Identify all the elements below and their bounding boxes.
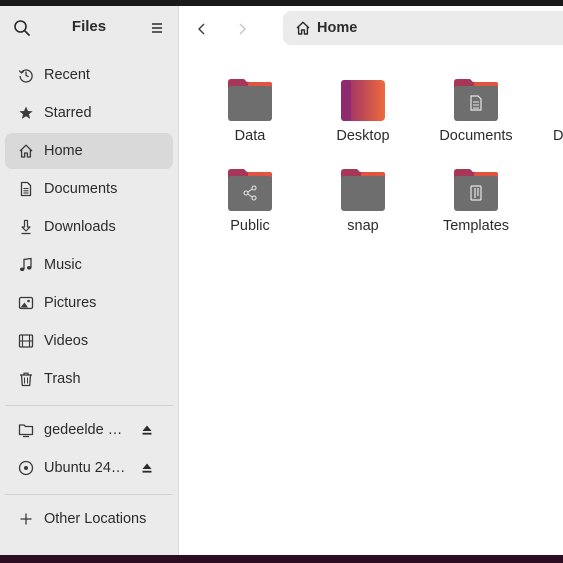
path-current: Home: [317, 20, 358, 36]
picture-icon: [17, 294, 35, 312]
disc-icon: [17, 459, 35, 477]
sidebar-item-starred[interactable]: Starred: [5, 95, 173, 131]
recent-icon: [17, 66, 35, 84]
home-icon: [17, 142, 35, 160]
file-item-documents[interactable]: Documents: [426, 78, 526, 144]
sidebar-item-recent[interactable]: Recent: [5, 57, 173, 93]
home-icon: [295, 20, 311, 36]
main-menu-button[interactable]: [148, 19, 166, 37]
folder-icon: [226, 78, 274, 122]
download-icon: [17, 218, 35, 236]
music-icon: [17, 256, 35, 274]
file-name: Templates: [442, 218, 510, 234]
file-item-desktop[interactable]: Desktop: [313, 78, 413, 144]
file-item-snap[interactable]: snap: [313, 168, 413, 234]
file-item-public[interactable]: Public: [200, 168, 300, 234]
eject-icon[interactable]: [141, 424, 153, 436]
star-icon: [17, 104, 35, 122]
sidebar-item-label: Music: [44, 257, 82, 273]
shared-folder-icon: [17, 421, 35, 439]
sidebar-item-shared-folder[interactable]: gedeelde …: [5, 412, 173, 448]
sidebar-item-label: Downloads: [44, 219, 116, 235]
sidebar-item-label: Starred: [44, 105, 92, 121]
search-icon: [14, 20, 30, 36]
sidebar-separator: [5, 494, 173, 495]
sidebar-header: Files: [0, 6, 178, 50]
sidebar-item-label: Other Locations: [44, 511, 147, 527]
eject-icon[interactable]: [141, 462, 153, 474]
file-name: Documents: [439, 128, 513, 144]
sidebar-item-label: Trash: [44, 371, 81, 387]
sidebar-item-music[interactable]: Music: [5, 247, 173, 283]
sidebar-item-label: Ubuntu 24…: [44, 460, 126, 476]
chevron-right-icon: [239, 23, 246, 35]
search-button[interactable]: [12, 18, 32, 38]
main-content: Home Data Desktop Documents D Public sna…: [179, 6, 563, 555]
public-folder-icon: [226, 168, 274, 212]
sidebar-item-label: Home: [44, 143, 83, 159]
sidebar-item-label: gedeelde …: [44, 422, 123, 438]
file-name: D: [553, 128, 563, 144]
file-name: Public: [230, 218, 270, 234]
location-bar[interactable]: Home: [283, 11, 563, 45]
sidebar-item-ubuntu-disc[interactable]: Ubuntu 24…: [5, 450, 173, 486]
sidebar-separator: [5, 405, 173, 406]
hamburger-menu-icon: [152, 23, 162, 33]
plus-icon: [17, 510, 35, 528]
templates-folder-icon: [452, 168, 500, 212]
sidebar-item-trash[interactable]: Trash: [5, 361, 173, 397]
file-name: snap: [347, 218, 379, 234]
sidebar-item-other-locations[interactable]: Other Locations: [5, 501, 173, 537]
desktop-folder-icon: [339, 78, 387, 122]
document-icon: [17, 180, 35, 198]
video-icon: [17, 332, 35, 350]
trash-icon: [17, 370, 35, 388]
sidebar: Files Recent Starred Home Documents Down…: [0, 6, 179, 555]
back-button[interactable]: [189, 16, 215, 42]
files-window: Files Recent Starred Home Documents Down…: [0, 6, 563, 555]
sidebar-item-pictures[interactable]: Pictures: [5, 285, 173, 321]
folder-icon: [339, 168, 387, 212]
forward-button[interactable]: [229, 16, 255, 42]
sidebar-item-downloads[interactable]: Downloads: [5, 209, 173, 245]
file-item-templates[interactable]: Templates: [426, 168, 526, 234]
sidebar-item-label: Documents: [44, 181, 118, 197]
chevron-left-icon: [198, 23, 205, 35]
file-name: Data: [234, 128, 266, 144]
sidebar-item-label: Videos: [44, 333, 89, 349]
sidebar-item-home[interactable]: Home: [5, 133, 173, 169]
sidebar-item-label: Pictures: [44, 295, 97, 311]
sidebar-item-videos[interactable]: Videos: [5, 323, 173, 359]
documents-folder-icon: [452, 78, 500, 122]
sidebar-item-label: Recent: [44, 67, 90, 83]
file-item-partial[interactable]: D: [515, 78, 563, 144]
file-name: Desktop: [336, 128, 390, 144]
sidebar-item-documents[interactable]: Documents: [5, 171, 173, 207]
file-item-data[interactable]: Data: [200, 78, 300, 144]
